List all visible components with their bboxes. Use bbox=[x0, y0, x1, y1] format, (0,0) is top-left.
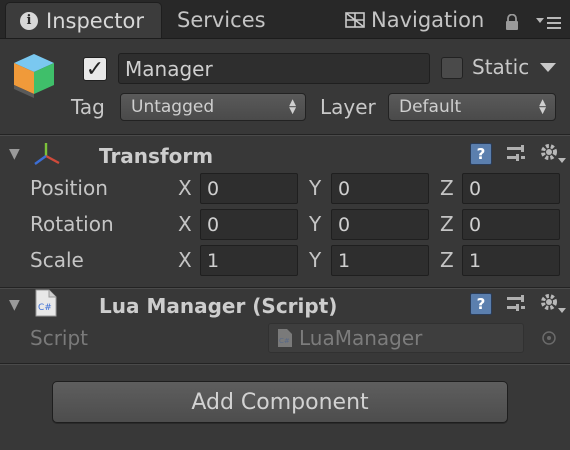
axis-z-label[interactable]: Z bbox=[440, 176, 454, 200]
cs-badge-text: C# bbox=[38, 303, 52, 313]
info-icon: i bbox=[20, 11, 38, 30]
script-label: Script bbox=[30, 326, 89, 350]
axis-y-label[interactable]: Y bbox=[309, 176, 321, 200]
tag-dropdown[interactable]: Untagged ▲ ▼ bbox=[120, 93, 306, 121]
axis-x-label[interactable]: X bbox=[178, 248, 192, 272]
object-name-value: Manager bbox=[125, 56, 213, 81]
transform-y-field[interactable]: 1 bbox=[331, 245, 429, 276]
tab-menu-icon[interactable] bbox=[536, 14, 562, 32]
help-icon[interactable]: ? bbox=[470, 143, 492, 165]
transform-z-field[interactable]: 0 bbox=[462, 173, 560, 204]
static-label: Static bbox=[472, 55, 530, 79]
transform-row-label: Rotation bbox=[30, 212, 114, 236]
divider bbox=[0, 135, 570, 136]
axis-z-label[interactable]: Z bbox=[440, 212, 454, 236]
layer-value: Default bbox=[399, 97, 462, 117]
transform-title: Transform bbox=[99, 144, 214, 168]
script-object-field: C# LuaManager bbox=[268, 323, 524, 353]
transform-z-value: 1 bbox=[469, 249, 482, 272]
script-value: LuaManager bbox=[299, 326, 423, 350]
lua-manager-title: Lua Manager (Script) bbox=[99, 294, 338, 318]
transform-y-value: 0 bbox=[338, 213, 351, 236]
cs-script-icon: C# bbox=[35, 289, 57, 317]
static-dropdown-icon[interactable] bbox=[540, 63, 556, 73]
gear-icon[interactable] bbox=[539, 142, 567, 166]
transform-x-field[interactable]: 0 bbox=[200, 209, 298, 240]
layer-dropdown[interactable]: Default ▲ ▼ bbox=[388, 93, 556, 121]
tab-navigation[interactable]: Navigation bbox=[345, 2, 484, 38]
axis-z-label[interactable]: Z bbox=[440, 248, 454, 272]
transform-y-field[interactable]: 0 bbox=[331, 173, 429, 204]
transform-x-field[interactable]: 0 bbox=[200, 173, 298, 204]
static-checkbox[interactable] bbox=[441, 57, 463, 79]
transform-x-value: 0 bbox=[207, 213, 220, 236]
transform-foldout-icon[interactable]: ▼ bbox=[9, 146, 20, 162]
add-component-label: Add Component bbox=[191, 389, 369, 415]
preset-icon[interactable] bbox=[505, 143, 527, 165]
transform-row-label: Position bbox=[30, 176, 108, 200]
help-icon[interactable]: ? bbox=[470, 293, 492, 315]
tag-value: Untagged bbox=[131, 97, 215, 117]
tab-bar: i Inspector Services Navigation bbox=[0, 0, 570, 39]
active-checkbox[interactable]: ✓ bbox=[83, 57, 107, 82]
tab-inspector-label: Inspector bbox=[46, 8, 144, 33]
cs-badge-text: C# bbox=[279, 337, 290, 345]
cs-script-icon: C# bbox=[278, 329, 292, 347]
transform-x-value: 0 bbox=[207, 177, 220, 200]
tab-navigation-label: Navigation bbox=[371, 8, 485, 32]
tab-services-label: Services bbox=[177, 8, 266, 32]
axis-x-label[interactable]: X bbox=[178, 212, 192, 236]
tag-label: Tag bbox=[71, 95, 105, 119]
dropdown-arrows-icon: ▲ ▼ bbox=[539, 98, 546, 116]
divider bbox=[0, 364, 570, 365]
axis-x-label[interactable]: X bbox=[178, 176, 192, 200]
lock-icon[interactable] bbox=[505, 14, 519, 30]
transform-z-field[interactable]: 1 bbox=[462, 245, 560, 276]
object-name-field[interactable]: Manager bbox=[118, 53, 430, 84]
tab-inspector[interactable]: i Inspector bbox=[5, 2, 162, 38]
add-component-button[interactable]: Add Component bbox=[52, 381, 508, 423]
transform-z-field[interactable]: 0 bbox=[462, 209, 560, 240]
axis-y-label[interactable]: Y bbox=[309, 248, 321, 272]
transform-row-label: Scale bbox=[30, 248, 84, 272]
axis-y-label[interactable]: Y bbox=[309, 212, 321, 236]
cube-icon bbox=[14, 54, 54, 98]
transform-x-value: 1 bbox=[207, 249, 220, 272]
transform-x-field[interactable]: 1 bbox=[200, 245, 298, 276]
tab-services[interactable]: Services bbox=[177, 2, 266, 38]
transform-y-value: 0 bbox=[338, 177, 351, 200]
transform-y-value: 1 bbox=[338, 249, 351, 272]
transform-axes-icon bbox=[34, 143, 60, 165]
object-picker-icon[interactable] bbox=[541, 330, 557, 346]
preset-icon[interactable] bbox=[505, 293, 527, 315]
layer-label: Layer bbox=[320, 95, 376, 119]
gear-icon[interactable] bbox=[539, 292, 567, 316]
transform-y-field[interactable]: 0 bbox=[331, 209, 429, 240]
navmesh-icon bbox=[345, 12, 365, 28]
lua-manager-foldout-icon[interactable]: ▼ bbox=[9, 297, 20, 313]
divider bbox=[0, 288, 570, 289]
transform-z-value: 0 bbox=[469, 177, 482, 200]
transform-z-value: 0 bbox=[469, 213, 482, 236]
dropdown-arrows-icon: ▲ ▼ bbox=[289, 98, 296, 116]
